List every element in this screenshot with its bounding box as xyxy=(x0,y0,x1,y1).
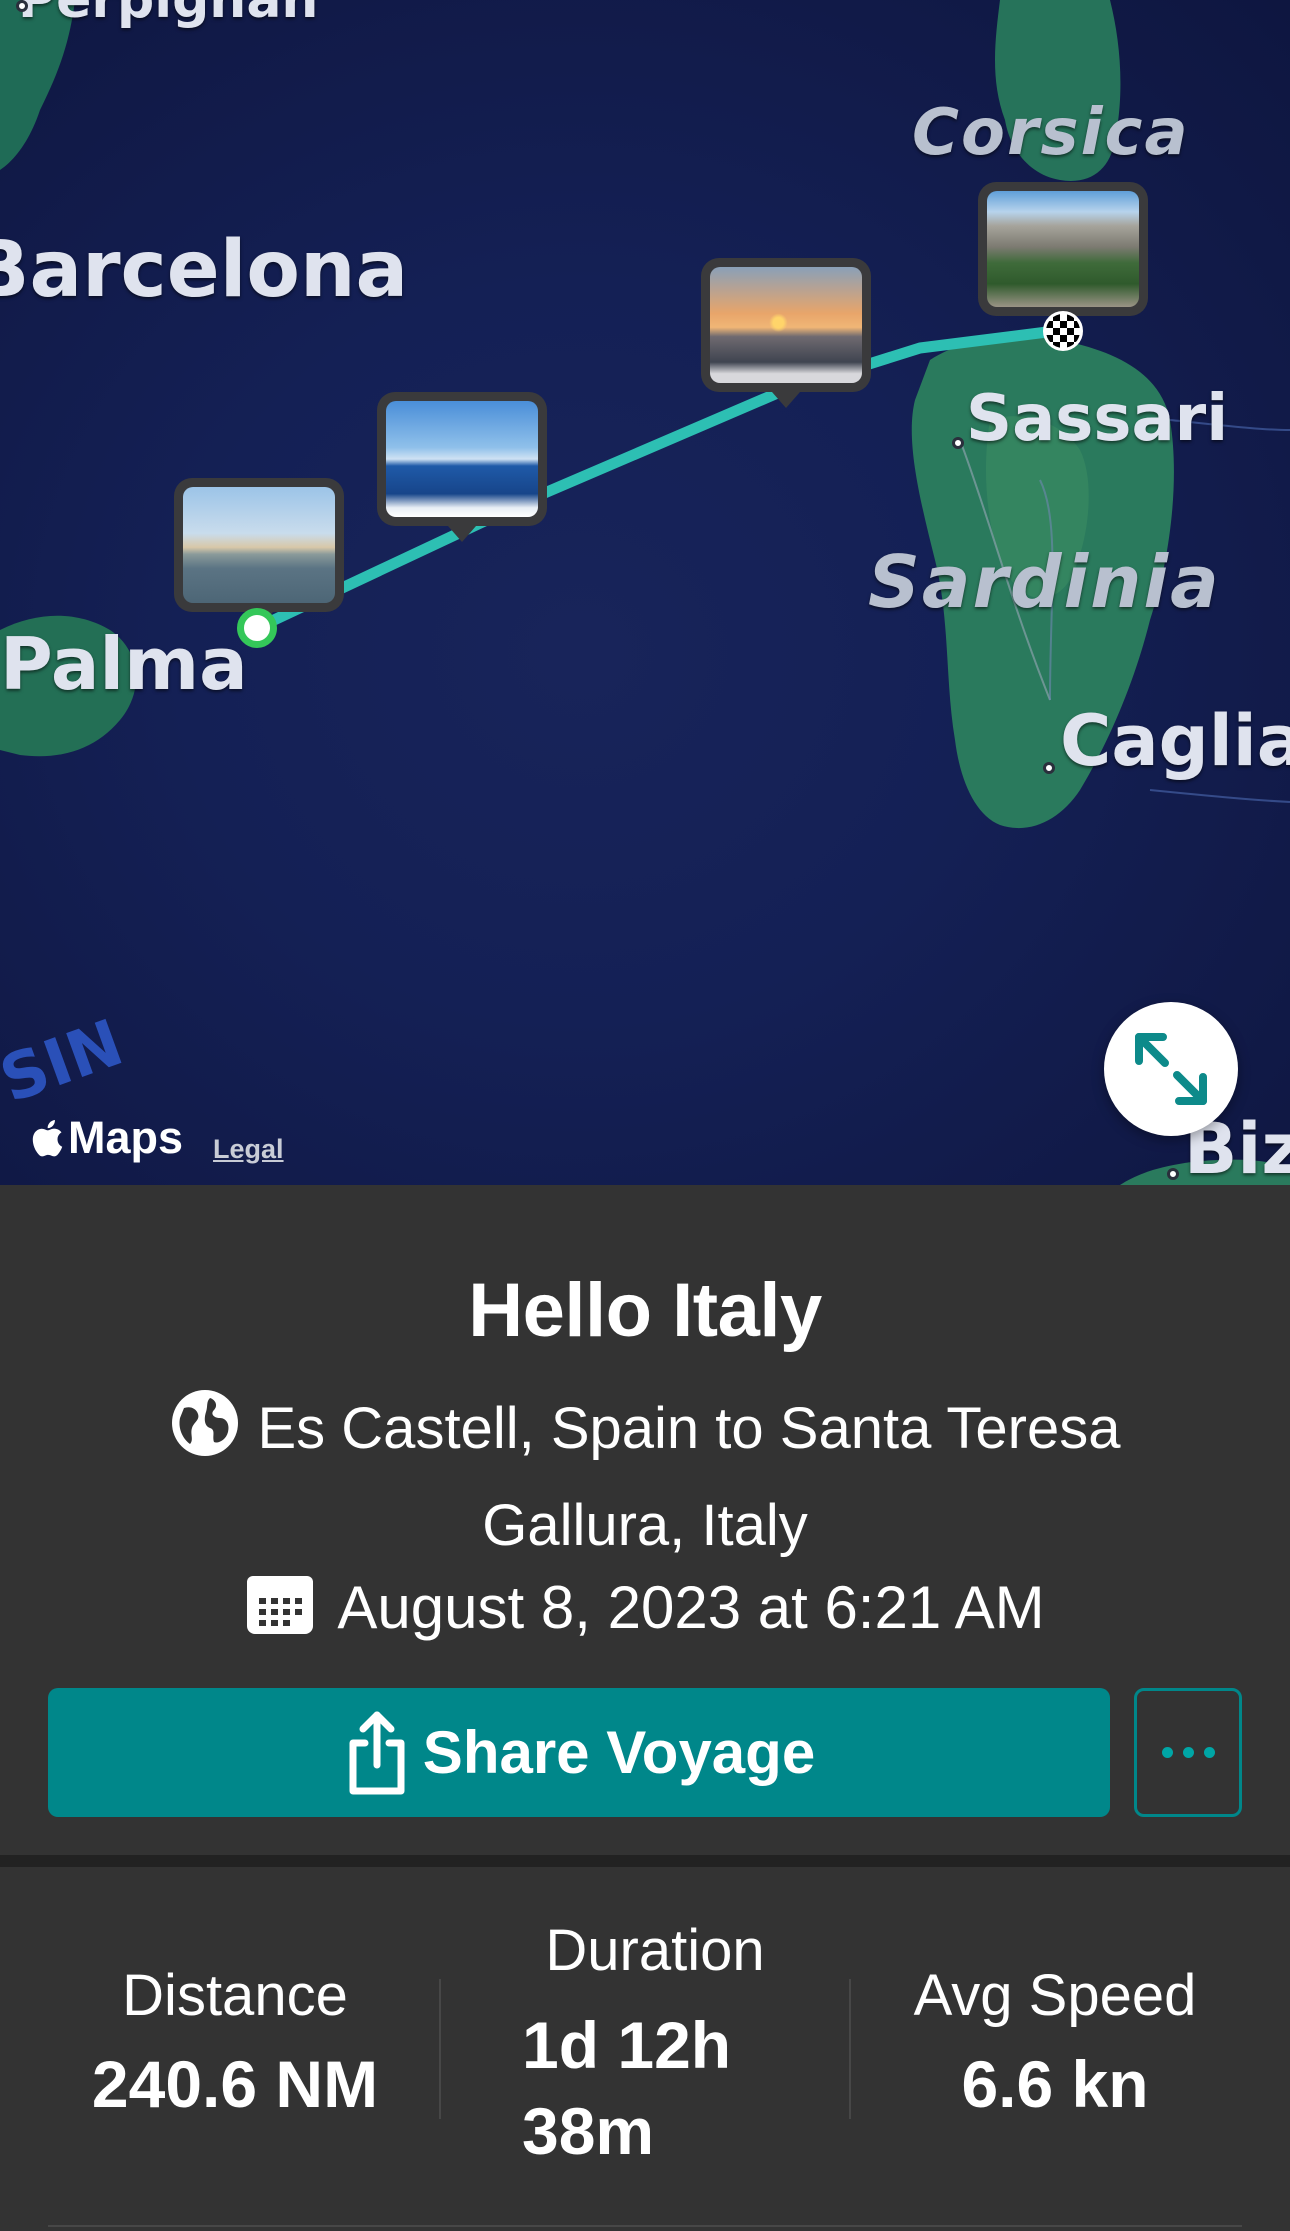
photo-pin-3[interactable] xyxy=(701,258,871,392)
photo-pin-4[interactable] xyxy=(978,182,1148,316)
share-voyage-label: Share Voyage xyxy=(422,1719,816,1786)
stat-avg-speed: Avg Speed 6.6 kn xyxy=(870,1962,1240,2127)
photo-thumbnail-rocks xyxy=(987,191,1139,307)
stat-duration: Duration 1d 12h 38m xyxy=(470,1917,840,2174)
voyage-finish-marker xyxy=(1043,311,1083,351)
stat-duration-label: Duration xyxy=(545,1918,765,1983)
ellipsis-icon xyxy=(1157,1747,1220,1758)
map-label-perpignan: Perpignan xyxy=(18,0,319,30)
stat-duration-value-line2: 38m xyxy=(522,2094,655,2168)
voyage-stats: Distance 240.6 NM Duration 1d 12h 38m Av… xyxy=(0,1867,1290,2231)
voyage-route: Es Castell, Spain to Santa Teresa Gallur… xyxy=(100,1385,1190,1569)
voyage-route-text: Es Castell, Spain to Santa Teresa Gallur… xyxy=(257,1396,1121,1558)
maps-brand-text: Maps xyxy=(68,1112,184,1163)
maps-brand: Maps xyxy=(30,1112,183,1164)
city-dot-cagliari xyxy=(1043,762,1055,774)
photo-pin-2[interactable] xyxy=(377,392,547,526)
photo-pin-1[interactable] xyxy=(174,478,344,612)
legal-link[interactable]: Legal xyxy=(213,1134,284,1165)
expand-map-button[interactable] xyxy=(1104,1002,1238,1136)
expand-arrows-icon xyxy=(1135,1033,1207,1105)
city-dot-bizerte xyxy=(1167,1168,1179,1180)
more-options-button[interactable] xyxy=(1134,1688,1242,1817)
map-label-cagliari: Caglia xyxy=(1060,700,1290,782)
voyage-date-text: August 8, 2023 at 6:21 AM xyxy=(337,1574,1045,1641)
stat-separator xyxy=(439,1979,441,2119)
photo-thumbnail-open-sea xyxy=(386,401,538,517)
map-label-barcelona: Barcelona xyxy=(0,225,409,315)
voyage-details: Hello Italy Es Castell, Spain to Santa T… xyxy=(0,1185,1290,1858)
stat-distance-value: 240.6 NM xyxy=(91,2047,379,2121)
share-voyage-button[interactable]: Share Voyage xyxy=(48,1688,1110,1817)
map-attribution: Maps Legal xyxy=(30,1112,284,1165)
photo-thumbnail-harbor xyxy=(183,487,335,603)
voyage-title: Hello Italy xyxy=(468,1268,822,1353)
globe-icon xyxy=(170,1388,240,1482)
voyage-start-marker xyxy=(237,608,277,648)
map-label-corsica: Corsica xyxy=(912,96,1190,170)
section-divider xyxy=(0,1855,1290,1867)
apple-logo-icon xyxy=(32,1120,63,1157)
map-label-palma: Palma xyxy=(0,622,248,706)
stat-separator xyxy=(849,1979,851,2119)
map-label-sassari: Sassari xyxy=(966,382,1229,456)
stat-avg-speed-label: Avg Speed xyxy=(913,1963,1197,2028)
city-dot-sassari xyxy=(952,437,964,449)
photo-thumbnail-sunset xyxy=(710,267,862,383)
stat-distance: Distance 240.6 NM xyxy=(40,1962,430,2127)
stat-distance-label: Distance xyxy=(122,1963,348,2028)
stats-bottom-divider xyxy=(48,2225,1242,2227)
voyage-map[interactable]: Perpignan Barcelona Palma Corsica Sassar… xyxy=(0,0,1290,1185)
share-icon xyxy=(349,1711,405,1794)
map-label-sardinia: Sardinia xyxy=(868,540,1221,624)
stat-duration-value-line1: 1d 12h xyxy=(522,2008,732,2082)
city-dot-perpignan xyxy=(16,0,28,12)
voyage-date: August 8, 2023 at 6:21 AM xyxy=(0,1573,1290,1650)
calendar-icon xyxy=(245,1574,315,1650)
stat-avg-speed-value: 6.6 kn xyxy=(961,2047,1149,2121)
